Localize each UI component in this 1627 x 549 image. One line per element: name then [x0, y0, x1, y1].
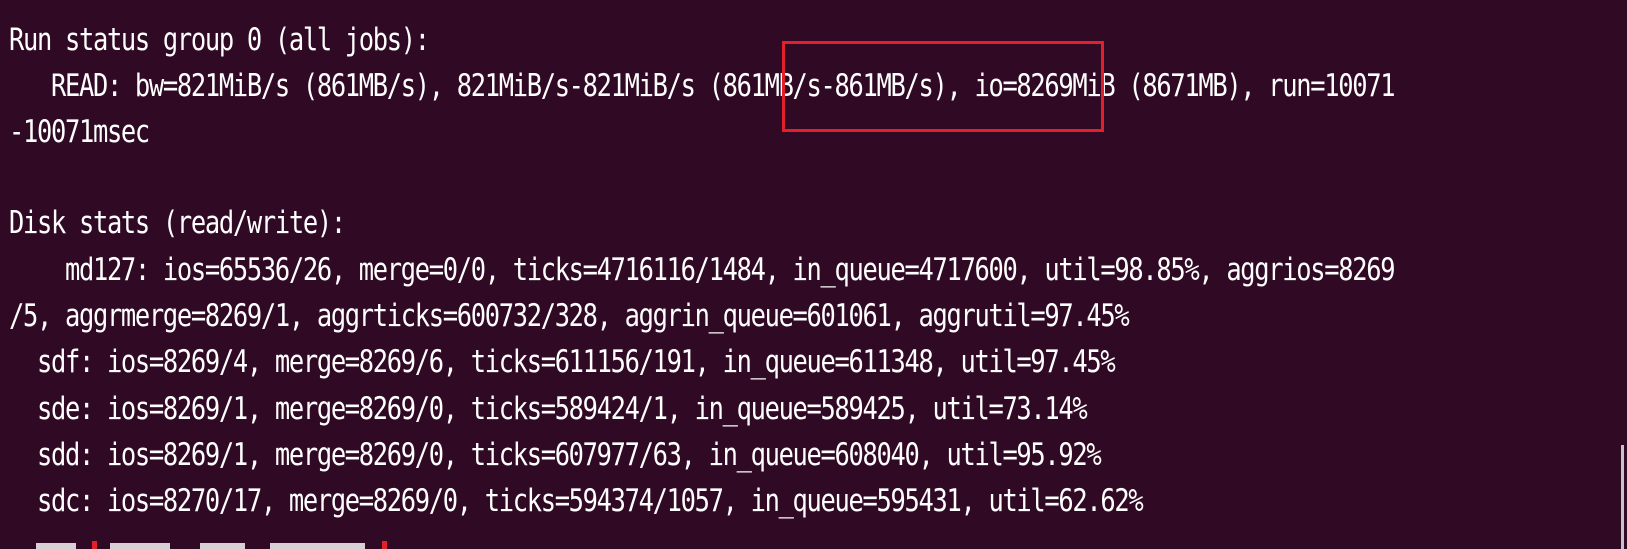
cut-off-text-fragment [200, 543, 245, 549]
cut-off-text-fragment [110, 543, 170, 549]
sdd-stats-line: sdd: ios=8269/1, merge=8269/0, ticks=607… [9, 437, 1102, 473]
read-bandwidth-line: READ: bw=821MiB/s (861MB/s), 821MiB/s-82… [9, 68, 1396, 104]
sde-stats-line: sde: ios=8269/1, merge=8269/0, ticks=589… [9, 391, 1088, 427]
terminal-scrollbar[interactable] [1621, 445, 1624, 549]
terminal-window[interactable]: Run status group 0 (all jobs): READ: bw=… [0, 0, 1627, 549]
sdc-stats-line: sdc: ios=8270/17, merge=8269/0, ticks=59… [9, 483, 1144, 519]
cut-off-prompt-marker [92, 541, 97, 549]
highlight-annotation-box [782, 41, 1104, 132]
run-status-header: Run status group 0 (all jobs): [9, 22, 430, 58]
read-bandwidth-line-wrap: -10071msec [9, 114, 150, 150]
disk-stats-header: Disk stats (read/write): [9, 205, 346, 241]
cut-off-prompt-marker [382, 541, 387, 549]
md127-stats-line: md127: ios=65536/26, merge=0/0, ticks=47… [9, 252, 1396, 288]
md127-stats-line-wrap: /5, aggrmerge=8269/1, aggrticks=600732/3… [9, 298, 1130, 334]
cut-off-text-fragment [270, 543, 365, 549]
cut-off-text-fragment [36, 543, 76, 549]
sdf-stats-line: sdf: ios=8269/4, merge=8269/6, ticks=611… [9, 344, 1116, 380]
